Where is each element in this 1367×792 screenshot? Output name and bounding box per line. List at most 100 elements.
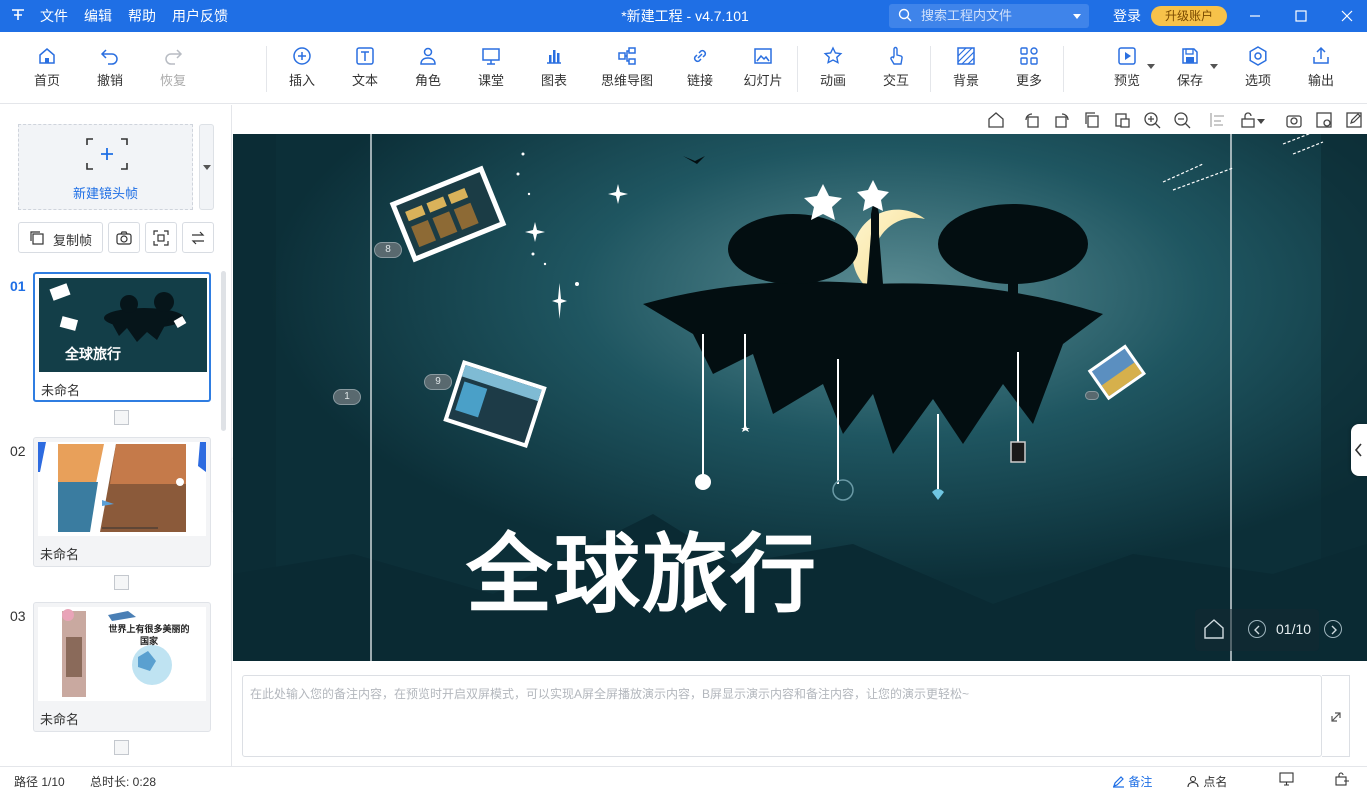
lock-icon[interactable]	[1239, 111, 1257, 129]
camera-icon[interactable]	[1285, 111, 1303, 129]
app-logo-icon	[10, 7, 26, 23]
frame-thumbnail-title: 全球旅行	[65, 346, 121, 362]
animation-button[interactable]: 动画	[803, 46, 863, 96]
chevron-left-icon	[1354, 443, 1362, 457]
hand-pointer-icon	[890, 46, 903, 65]
chart-button[interactable]: 图表	[524, 46, 584, 96]
new-frame-dropdown[interactable]	[199, 124, 214, 210]
lock-screen-icon[interactable]	[1335, 772, 1350, 786]
frame-number: 02	[10, 443, 26, 459]
image-settings-icon[interactable]	[1315, 111, 1333, 129]
mindmap-button[interactable]: 思维导图	[596, 46, 658, 96]
nav-prev-button[interactable]	[1248, 620, 1266, 638]
login-link[interactable]: 登录	[1113, 0, 1141, 32]
transition-icon[interactable]	[114, 740, 129, 755]
path-badge[interactable]: 1	[333, 389, 361, 405]
export-button[interactable]: 输出	[1291, 46, 1351, 96]
notes-input[interactable]: 在此处输入您的备注内容，在预览时开启双屏模式，可以实现A屏全屏播放演示内容，B屏…	[242, 675, 1322, 757]
home-view-icon[interactable]	[987, 111, 1005, 129]
notes-toggle[interactable]: 备注	[1112, 773, 1152, 790]
menu-help[interactable]: 帮助	[128, 6, 156, 26]
frame-name: 未命名	[40, 547, 80, 562]
align-icon[interactable]	[1209, 111, 1227, 129]
zoom-out-icon[interactable]	[1173, 111, 1191, 129]
copy-frame-button[interactable]: 复制帧	[18, 222, 103, 253]
undo-button[interactable]: 撤销	[80, 46, 140, 96]
rotate-left-icon[interactable]	[1023, 111, 1041, 129]
path-badge[interactable]: 9	[424, 374, 452, 390]
more-button[interactable]: 更多	[999, 46, 1059, 96]
preview-dropdown-icon[interactable]	[1147, 64, 1155, 69]
animation-label: 动画	[819, 73, 846, 88]
path-badge[interactable]: 8	[374, 242, 402, 258]
title-bar: 文件 编辑 帮助 用户反馈 *新建工程 - v4.7.101 搜索工程内文件 登…	[0, 0, 1367, 32]
frame-number: 01	[10, 278, 26, 294]
text-label: 文本	[351, 73, 378, 88]
maximize-icon	[1295, 10, 1307, 22]
minimize-button[interactable]	[1232, 0, 1278, 32]
fit-frame-button[interactable]	[145, 222, 177, 253]
search-dropdown-icon[interactable]	[1073, 14, 1081, 19]
new-frame-button[interactable]: 新建镜头帧	[18, 124, 193, 210]
expand-icon	[1331, 712, 1341, 722]
save-icon	[1182, 48, 1198, 64]
nav-next-button[interactable]	[1324, 620, 1342, 638]
save-dropdown-icon[interactable]	[1210, 64, 1218, 69]
interaction-button[interactable]: 交互	[866, 46, 926, 96]
text-button[interactable]: 文本	[335, 46, 395, 96]
transition-icon[interactable]	[114, 575, 129, 590]
insert-button[interactable]: 插入	[272, 46, 332, 96]
upgrade-button[interactable]: 升级账户	[1151, 6, 1227, 26]
save-label: 保存	[1176, 73, 1203, 88]
close-button[interactable]	[1324, 0, 1367, 32]
options-button[interactable]: 选项	[1228, 46, 1288, 96]
background-button[interactable]: 背景	[936, 46, 996, 96]
frame-item-03[interactable]: 世界上有很多美丽的国家 未命名	[33, 602, 211, 732]
redo-button[interactable]: 恢复	[143, 46, 203, 96]
preview-button[interactable]: 预览	[1097, 46, 1157, 96]
zoom-in-icon[interactable]	[1143, 111, 1161, 129]
gear-icon	[1249, 46, 1267, 66]
search-input[interactable]: 搜索工程内文件	[889, 4, 1089, 28]
transition-icon[interactable]	[114, 410, 129, 425]
snapshot-button[interactable]	[108, 222, 140, 253]
frame-item-02[interactable]: 未命名	[33, 437, 211, 567]
menu-feedback[interactable]: 用户反馈	[172, 6, 228, 26]
new-frame-label: 新建镜头帧	[72, 186, 138, 201]
path-status: 路径 1/10	[14, 775, 65, 789]
redo-label: 恢复	[159, 73, 186, 88]
menu-edit[interactable]: 编辑	[84, 6, 112, 26]
save-button[interactable]: 保存	[1160, 46, 1220, 96]
slide-title[interactable]: 全球旅行	[466, 504, 818, 629]
preview-label: 预览	[1113, 73, 1140, 88]
home-label: 首页	[33, 73, 60, 88]
rollcall-button[interactable]: 点名	[1187, 773, 1227, 790]
rotate-right-icon[interactable]	[1053, 111, 1071, 129]
lesson-button[interactable]: 课堂	[461, 46, 521, 96]
frame-thumbnail: 世界上有很多美丽的国家	[38, 607, 206, 701]
menu-file[interactable]: 文件	[40, 6, 68, 26]
lock-dropdown-icon[interactable]	[1256, 111, 1266, 129]
copy-icon[interactable]	[1083, 111, 1101, 129]
notes-expand-button[interactable]	[1322, 675, 1350, 757]
switch-button[interactable]	[182, 222, 214, 253]
frame-thumbnail-title: 世界上有很多美丽的国家	[108, 624, 190, 646]
frames-sidebar: 新建镜头帧 复制帧 01 全球旅行 未命名 02 未命名 03 世界上有很多美丽…	[0, 105, 232, 766]
role-button[interactable]: 角色	[398, 46, 458, 96]
link-button[interactable]: 链接	[670, 46, 730, 96]
notes-toggle-label: 备注	[1128, 775, 1153, 789]
link-label: 链接	[686, 73, 713, 88]
path-badge[interactable]	[1085, 391, 1099, 400]
background-icon	[957, 47, 975, 65]
screen-icon[interactable]	[1279, 772, 1294, 786]
edit-icon[interactable]	[1345, 111, 1363, 129]
frame-item-01[interactable]: 全球旅行 未命名	[33, 272, 211, 402]
home-button[interactable]: 首页	[17, 46, 77, 96]
nav-home-icon[interactable]	[1203, 618, 1225, 640]
maximize-button[interactable]	[1278, 0, 1324, 32]
sidebar-scrollbar[interactable]	[221, 271, 226, 431]
canvas-stage[interactable]: 8 9 1 全球旅行 01/10	[233, 134, 1367, 661]
slides-button[interactable]: 幻灯片	[733, 46, 793, 96]
paste-icon[interactable]	[1113, 111, 1131, 129]
collapse-right-panel-button[interactable]	[1351, 424, 1367, 476]
